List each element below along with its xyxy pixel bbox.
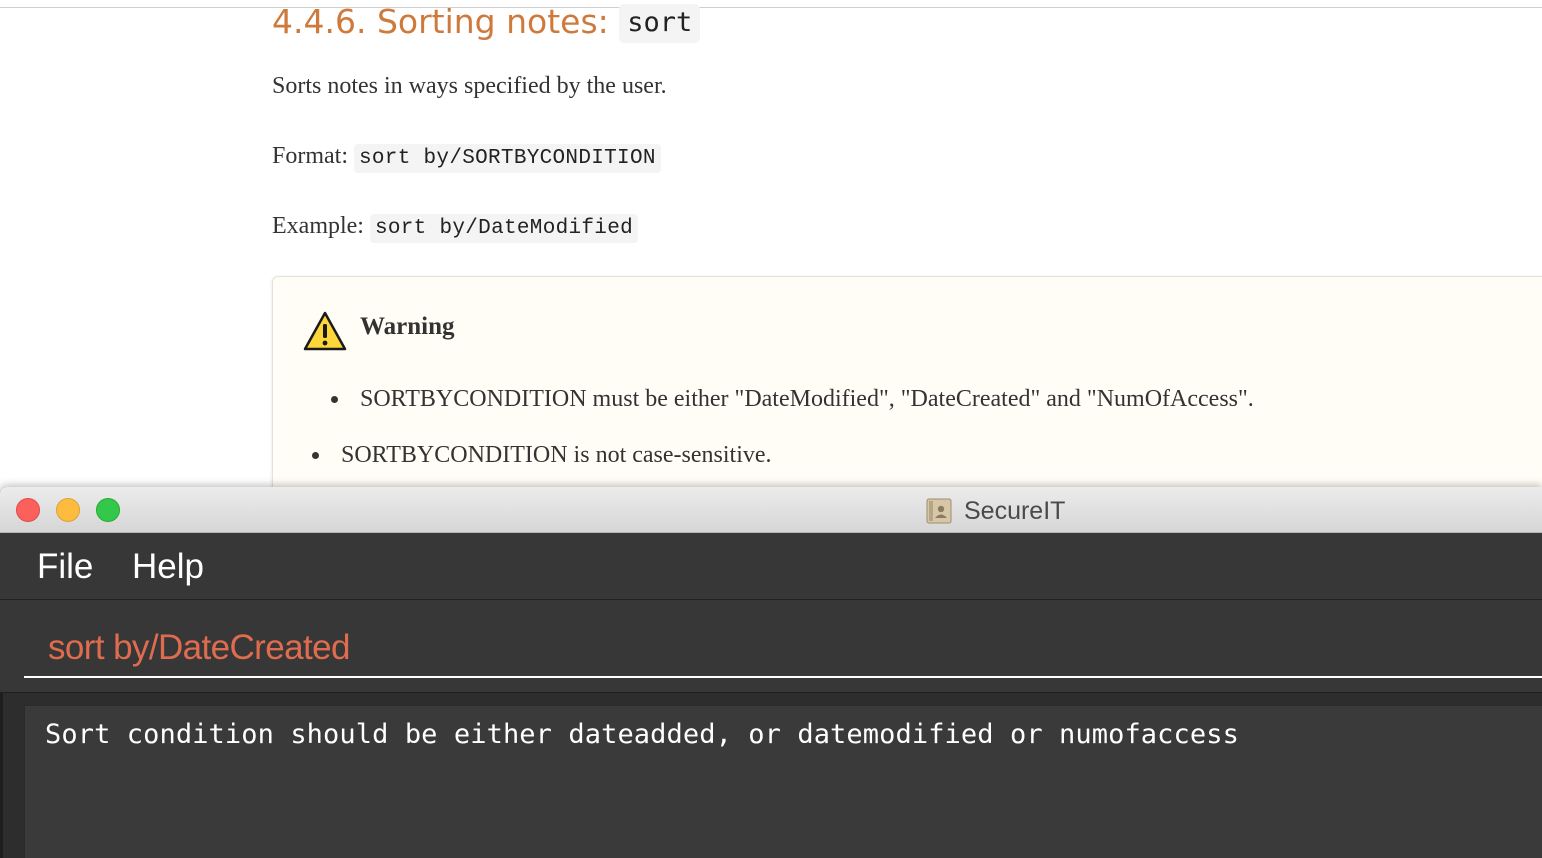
window-title: SecureIT [964,497,1066,525]
warning-box: Warning SORTBYCONDITION must be either "… [272,276,1542,490]
result-message: Sort condition should be either dateadde… [45,719,1239,750]
app-window: SecureIT File Help Sort condition should… [0,487,1542,858]
bullet-dot [312,452,319,459]
divider [0,7,1542,8]
example-line: Example: sort by/DateModified [272,211,639,244]
warning-bullet-text: SORTBYCONDITION is not case-sensitive. [341,442,772,468]
title-bar[interactable]: SecureIT [0,487,1542,533]
close-window-button[interactable] [16,498,40,522]
command-box [0,600,1542,692]
app-icon [926,498,952,524]
section-heading: 4.4.6. Sorting notes: sort [272,0,701,45]
warning-triangle-icon [303,311,347,351]
maximize-window-button[interactable] [96,498,120,522]
command-input[interactable] [24,620,1542,678]
warning-bullet: SORTBYCONDITION must be either "DateModi… [331,384,1254,414]
warning-title: Warning [360,313,455,340]
result-panel: Sort condition should be either dateadde… [0,692,1542,858]
minimize-window-button[interactable] [56,498,80,522]
bullet-dot [331,396,338,403]
format-code: sort by/SORTBYCONDITION [354,144,661,173]
format-line: Format: sort by/SORTBYCONDITION [272,141,661,174]
warning-bullet-text: SORTBYCONDITION must be either "DateModi… [360,386,1254,412]
panel-edge [0,693,3,858]
section-heading-text: 4.4.6. Sorting notes: [272,2,609,41]
documentation-page: 4.4.6. Sorting notes: sort Sorts notes i… [0,0,1542,490]
example-code: sort by/DateModified [369,214,639,243]
format-label: Format: [272,143,348,169]
menu-bar: File Help [0,533,1542,600]
menu-file[interactable]: File [37,547,93,587]
menu-help[interactable]: Help [132,547,204,587]
result-display[interactable]: Sort condition should be either dateadde… [24,705,1542,858]
section-description: Sorts notes in ways specified by the use… [272,73,667,99]
example-label: Example: [272,213,364,239]
section-heading-code: sort [619,4,701,43]
warning-bullet: SORTBYCONDITION is not case-sensitive. [312,440,772,470]
